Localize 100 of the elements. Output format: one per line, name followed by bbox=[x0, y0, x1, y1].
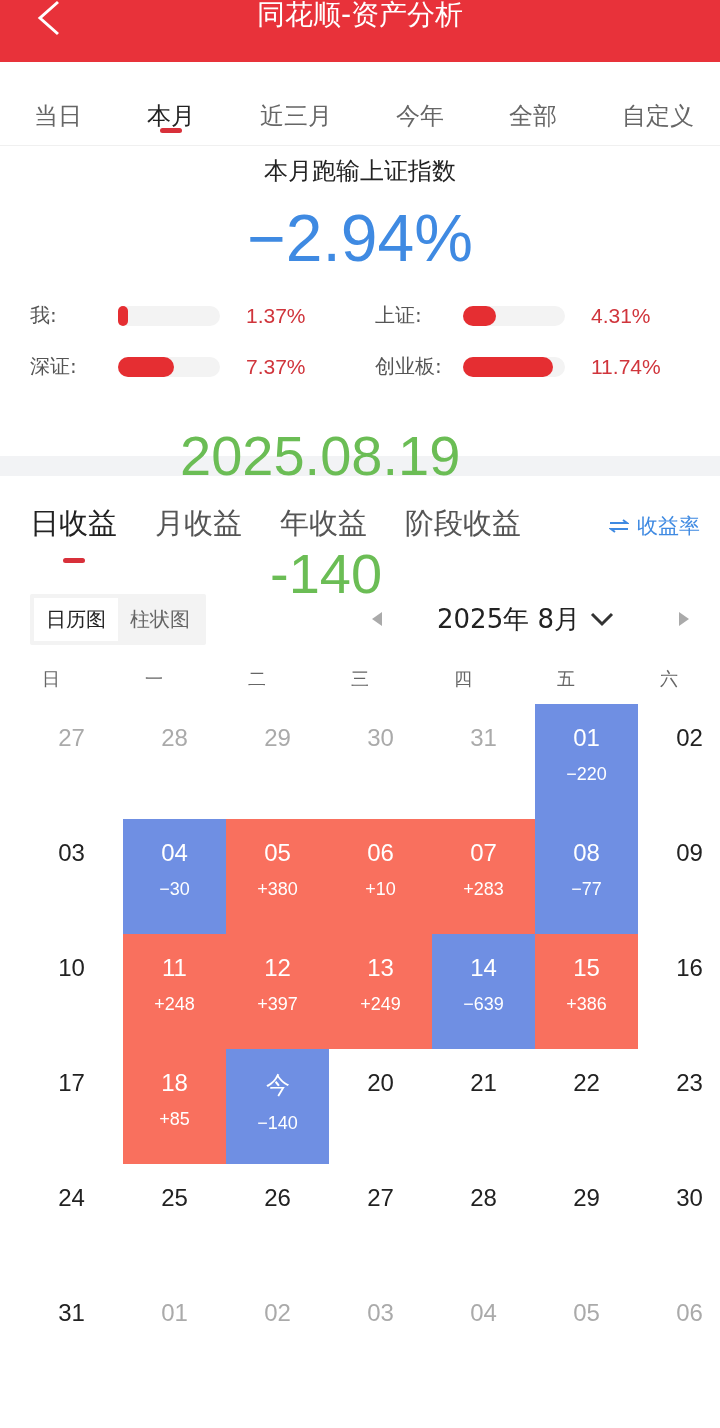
calendar-day[interactable]: 08 −77 bbox=[535, 819, 638, 934]
period-tab[interactable]: 当日 bbox=[30, 62, 86, 145]
comparison-label: 我: bbox=[30, 302, 58, 329]
day-number: 28 bbox=[161, 724, 188, 752]
previous-icon[interactable] bbox=[371, 611, 383, 627]
calendar-day[interactable]: 31 bbox=[20, 1279, 123, 1394]
comparison-label: 上证: bbox=[375, 302, 423, 329]
calendar-day[interactable]: 29 bbox=[535, 1164, 638, 1279]
period-tab[interactable]: 近三月 bbox=[255, 62, 336, 145]
day-number: 21 bbox=[470, 1069, 497, 1097]
next-icon[interactable] bbox=[678, 611, 690, 627]
calendar-day[interactable]: 23 bbox=[638, 1049, 720, 1164]
day-number: 16 bbox=[676, 954, 703, 982]
calendar-day[interactable]: 20 bbox=[329, 1049, 432, 1164]
day-number: 05 bbox=[573, 1299, 600, 1327]
weekday-label: 二 bbox=[247, 667, 268, 691]
calendar-day[interactable]: 22 bbox=[535, 1049, 638, 1164]
day-number: 11 bbox=[162, 954, 187, 982]
day-number: 27 bbox=[367, 1184, 394, 1212]
day-profit: −220 bbox=[566, 764, 607, 785]
overlay-date: 2025.08.19 bbox=[180, 428, 461, 484]
profit-tab[interactable]: 阶段收益 bbox=[405, 506, 521, 540]
back-icon[interactable] bbox=[36, 0, 60, 36]
period-tab[interactable]: 今年 bbox=[392, 62, 449, 145]
calendar-day[interactable]: 30 bbox=[638, 1164, 720, 1279]
calendar-day[interactable]: 28 bbox=[432, 1164, 535, 1279]
day-number: 25 bbox=[161, 1184, 188, 1212]
day-number: 30 bbox=[367, 724, 394, 752]
comparison-value: 11.74% bbox=[591, 354, 661, 379]
profit-tab[interactable]: 日收益 bbox=[30, 506, 117, 540]
day-number: 31 bbox=[470, 724, 497, 752]
day-profit: +386 bbox=[566, 994, 607, 1015]
day-number: 04 bbox=[470, 1299, 497, 1327]
weekday-label: 三 bbox=[350, 667, 370, 691]
day-number: 20 bbox=[367, 1069, 394, 1097]
day-number: 02 bbox=[264, 1299, 291, 1327]
day-number: 13 bbox=[367, 954, 394, 982]
day-number: 30 bbox=[676, 1184, 703, 1212]
calendar-day[interactable]: 24 bbox=[20, 1164, 123, 1279]
day-number: 31 bbox=[58, 1299, 85, 1327]
day-profit: −30 bbox=[159, 879, 190, 900]
summary-value: −2.94% bbox=[247, 200, 473, 277]
day-profit: +283 bbox=[463, 879, 504, 900]
day-number: 17 bbox=[58, 1069, 85, 1097]
month-label[interactable]: 2025年 8月 bbox=[437, 601, 580, 637]
day-number: 02 bbox=[676, 724, 703, 752]
day-number: 12 bbox=[264, 954, 291, 982]
calendar-day[interactable]: 04 −30 bbox=[123, 819, 226, 934]
period-tab[interactable]: 本月 bbox=[142, 62, 199, 145]
profit-tab[interactable]: 年收益 bbox=[280, 506, 367, 540]
calendar-day[interactable]: 10 bbox=[20, 934, 123, 1049]
view-option[interactable]: 日历图 bbox=[34, 597, 118, 641]
day-number: 今 bbox=[265, 1070, 290, 1100]
calendar-day[interactable]: 21 bbox=[432, 1049, 535, 1164]
calendar-day[interactable]: 03 bbox=[20, 819, 123, 934]
day-number: 29 bbox=[573, 1184, 600, 1212]
day-number: 06 bbox=[367, 839, 394, 867]
day-number: 05 bbox=[264, 839, 291, 867]
day-number: 18 bbox=[161, 1069, 188, 1097]
day-number: 28 bbox=[470, 1184, 497, 1212]
day-profit: −639 bbox=[463, 994, 504, 1015]
day-profit: +10 bbox=[365, 879, 396, 900]
day-number: 07 bbox=[470, 839, 497, 867]
overlay-amount: -140 bbox=[270, 546, 383, 602]
summary-title: 本月跑输上证指数 bbox=[264, 156, 456, 187]
day-number: 03 bbox=[58, 839, 85, 867]
period-tab[interactable]: 全部 bbox=[505, 62, 562, 145]
calendar-day[interactable]: 14 −639 bbox=[432, 934, 535, 1049]
rate-toggle[interactable]: 收益率 bbox=[609, 506, 700, 540]
calendar-day[interactable]: 今 −140 bbox=[226, 1049, 329, 1164]
calendar-day[interactable]: 17 bbox=[20, 1049, 123, 1164]
profit-tab[interactable]: 月收益 bbox=[155, 506, 242, 540]
weekday-label: 日 bbox=[41, 667, 62, 691]
comparison-label: 创业板: bbox=[375, 353, 443, 380]
day-profit: −77 bbox=[571, 879, 602, 900]
view-option[interactable]: 柱状图 bbox=[118, 597, 202, 641]
window-title: 同花顺-资产分析 bbox=[256, 0, 464, 30]
day-number: 22 bbox=[573, 1069, 600, 1097]
chevron-down-icon[interactable] bbox=[590, 611, 614, 627]
calendar-day[interactable]: 27 bbox=[329, 1164, 432, 1279]
comparison-value: 4.31% bbox=[591, 303, 651, 328]
calendar-day[interactable]: 26 bbox=[226, 1164, 329, 1279]
comparison-label: 深证: bbox=[30, 353, 78, 380]
comparison-value: 7.37% bbox=[246, 354, 306, 379]
calendar-day[interactable]: 09 bbox=[638, 819, 720, 934]
day-profit: +397 bbox=[257, 994, 298, 1015]
day-number: 26 bbox=[264, 1184, 291, 1212]
calendar-day[interactable]: 16 bbox=[638, 934, 720, 1049]
day-number: 24 bbox=[58, 1184, 85, 1212]
calendar-day[interactable]: 02 bbox=[638, 704, 720, 819]
day-number: 27 bbox=[58, 724, 85, 752]
day-number: 10 bbox=[58, 954, 85, 982]
day-profit: +380 bbox=[257, 879, 298, 900]
day-number: 08 bbox=[573, 839, 600, 867]
day-profit: +85 bbox=[159, 1109, 190, 1130]
swap-icon bbox=[609, 519, 629, 533]
period-tab[interactable]: 自定义 bbox=[618, 62, 698, 145]
day-number: 04 bbox=[161, 839, 188, 867]
calendar-day[interactable]: 25 bbox=[123, 1164, 226, 1279]
calendar-day[interactable]: 01 −220 bbox=[535, 704, 638, 819]
